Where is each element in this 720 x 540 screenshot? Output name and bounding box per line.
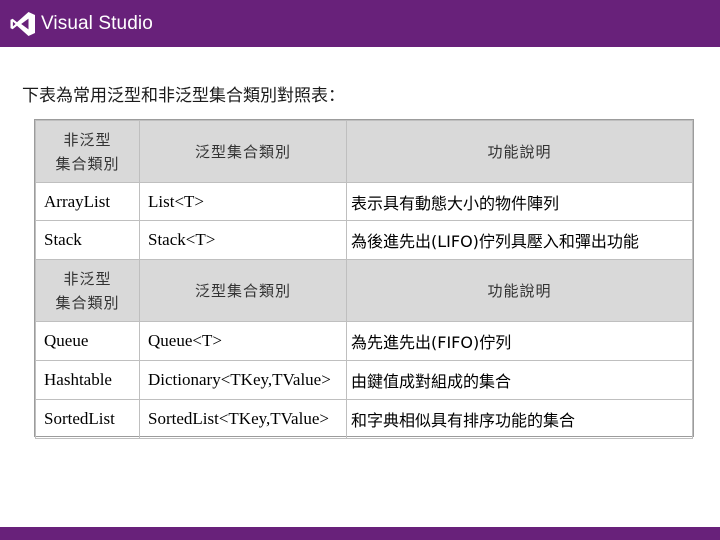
cell-description: 和字典相似具有排序功能的集合 [346, 399, 693, 439]
table-row: Queue Queue<T> 為先進先出(FIFO)佇列 [35, 321, 693, 361]
cell-generic: Stack<T> [139, 220, 347, 260]
header-nongeneric-line2: 集合類別 [55, 293, 120, 312]
cell-nongeneric: Hashtable [35, 360, 140, 400]
header-generic: 泛型集合類別 [139, 259, 347, 322]
cell-description: 為先進先出(FIFO)佇列 [346, 321, 693, 361]
header-nongeneric-line1: 非泛型 [63, 269, 112, 288]
table-row: Stack Stack<T> 為後進先出(LIFO)佇列具壓入和彈出功能 [35, 220, 693, 260]
cell-generic: Dictionary<TKey,TValue> [139, 360, 347, 400]
header-generic: 泛型集合類別 [139, 120, 347, 183]
title-bar: Visual Studio [0, 0, 720, 47]
cell-generic: List<T> [139, 182, 347, 221]
table-row: Hashtable Dictionary<TKey,TValue> 由鍵值成對組… [35, 360, 693, 400]
cell-generic: SortedList<TKey,TValue> [139, 399, 347, 439]
comparison-table-frame: 非泛型 集合類別 泛型集合類別 功能說明 ArrayList List<T> 表… [34, 119, 694, 439]
cell-nongeneric: Queue [35, 321, 140, 361]
cell-nongeneric: SortedList [35, 399, 140, 439]
cell-description: 由鍵值成對組成的集合 [346, 360, 693, 400]
brand-name: Visual Studio [41, 13, 153, 34]
header-description: 功能說明 [346, 259, 693, 322]
cell-nongeneric: Stack [35, 220, 140, 260]
footer-bar [0, 527, 720, 540]
header-nongeneric-line1: 非泛型 [63, 130, 112, 149]
header-nongeneric: 非泛型 集合類別 [35, 259, 140, 322]
header-description: 功能說明 [346, 120, 693, 183]
table-row: SortedList SortedList<TKey,TValue> 和字典相似… [35, 399, 693, 439]
cell-nongeneric: ArrayList [35, 182, 140, 221]
cell-description: 表示具有動態大小的物件陣列 [346, 182, 693, 221]
page-heading: 下表為常用泛型和非泛型集合類別對照表： [22, 86, 345, 106]
comparison-table: 非泛型 集合類別 泛型集合類別 功能說明 ArrayList List<T> 表… [35, 120, 693, 439]
table-header-row: 非泛型 集合類別 泛型集合類別 功能說明 [35, 259, 693, 322]
cell-generic: Queue<T> [139, 321, 347, 361]
header-nongeneric: 非泛型 集合類別 [35, 120, 140, 183]
header-nongeneric-line2: 集合類別 [55, 154, 120, 173]
table-row: ArrayList List<T> 表示具有動態大小的物件陣列 [35, 182, 693, 221]
visual-studio-logo-icon [10, 12, 35, 36]
table-header-row: 非泛型 集合類別 泛型集合類別 功能說明 [35, 120, 693, 183]
brand-logo: Visual Studio [10, 11, 153, 37]
cell-description: 為後進先出(LIFO)佇列具壓入和彈出功能 [346, 220, 693, 260]
